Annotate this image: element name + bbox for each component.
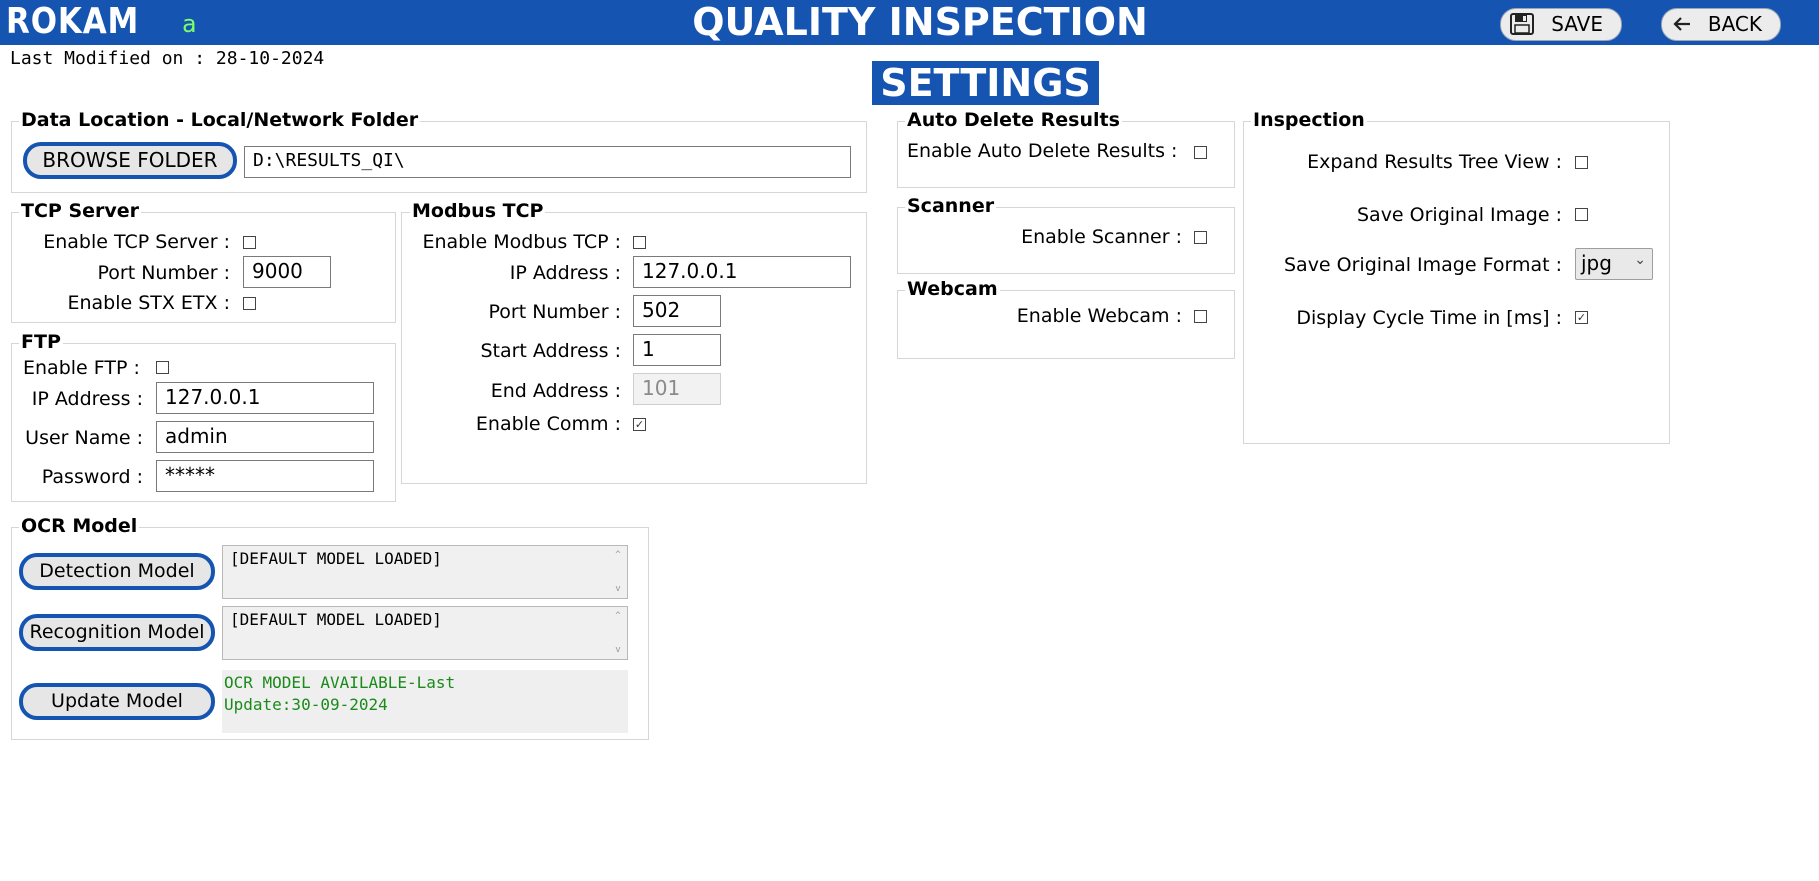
update-model-status: OCR MODEL AVAILABLE-Last Update:30-09-20… [222,670,628,733]
ftp-legend: FTP [19,331,63,353]
start-address-label: Start Address : [480,340,621,362]
enable-scanner-checkbox[interactable] [1194,231,1207,244]
enable-stx-etx-checkbox[interactable] [243,297,256,310]
update-model-button[interactable]: Update Model [19,683,215,720]
arrow-left-icon [1670,12,1694,41]
enable-webcam-checkbox[interactable] [1194,310,1207,323]
scrollbar[interactable]: ^ v [613,550,623,594]
enable-ftp-label: Enable FTP : [23,357,140,379]
back-button[interactable]: BACK [1661,8,1781,41]
enable-comm-checkbox[interactable]: ✓ [633,418,646,431]
inspection-legend: Inspection [1251,109,1367,131]
scrollbar[interactable]: ^ v [613,611,623,655]
ftp-ip-field[interactable]: 127.0.0.1 [156,382,374,414]
scanner-legend: Scanner [905,195,997,217]
webcam-legend: Webcam [905,278,1000,300]
app-logo: ROKAM [6,1,140,42]
save-original-image-checkbox[interactable] [1575,208,1588,221]
enable-tcp-server-checkbox[interactable] [243,236,256,249]
back-button-label: BACK [1707,12,1762,36]
cycle-time-label: Display Cycle Time in [ms] : [1296,307,1562,329]
save-button-label: SAVE [1551,12,1603,36]
folder-path-field[interactable]: D:\RESULTS_QI\ [244,146,851,178]
image-format-label: Save Original Image Format : [1283,254,1562,276]
ftp-ip-label: IP Address : [31,388,143,410]
modbus-ip-label: IP Address : [509,262,621,284]
image-format-select[interactable]: jpg ⌄ [1575,248,1653,280]
expand-results-label: Expand Results Tree View : [1307,151,1562,173]
enable-modbus-checkbox[interactable] [633,236,646,249]
app-title: QUALITY INSPECTION [692,0,1148,44]
enable-webcam-label: Enable Webcam : [1016,305,1182,327]
tcp-port-field[interactable]: 9000 [243,256,331,288]
auto-delete-legend: Auto Delete Results [905,109,1122,131]
recognition-model-button[interactable]: Recognition Model [19,614,215,651]
ftp-user-field[interactable]: admin [156,421,374,453]
end-address-label: End Address : [490,380,621,402]
ftp-user-label: User Name : [25,427,143,449]
chevron-down-icon: ⌄ [1634,252,1646,268]
enable-stx-etx-label: Enable STX ETX : [67,292,230,314]
page-title: SETTINGS [872,61,1099,105]
enable-auto-delete-checkbox[interactable] [1194,146,1207,159]
expand-results-checkbox[interactable] [1575,156,1588,169]
save-button[interactable]: SAVE [1500,8,1622,41]
modbus-port-field[interactable]: 502 [633,295,721,327]
last-modified-text: Last Modified on : 28-10-2024 [10,48,325,69]
recognition-model-status-text: [DEFAULT MODEL LOADED] [230,610,442,629]
floppy-disk-icon [1509,12,1535,41]
enable-comm-label: Enable Comm : [475,413,621,435]
end-address-field: 101 [633,373,721,405]
detection-model-status: [DEFAULT MODEL LOADED] ^ v [222,545,628,599]
start-address-field[interactable]: 1 [633,334,721,366]
enable-scanner-label: Enable Scanner : [1021,226,1182,248]
browse-folder-button[interactable]: BROWSE FOLDER [23,142,237,179]
data-location-legend: Data Location - Local/Network Folder [19,109,421,131]
tcp-port-label: Port Number : [97,262,230,284]
modbus-port-label: Port Number : [488,301,621,323]
enable-auto-delete-label: Enable Auto Delete Results : [907,140,1178,162]
image-format-value: jpg [1581,251,1612,275]
ftp-password-field[interactable]: ***** [156,460,374,492]
user-indicator: a [182,10,197,38]
update-status-line-2: Update:30-09-2024 [224,695,388,714]
detection-model-button[interactable]: Detection Model [19,553,215,590]
ftp-password-label: Password : [41,466,143,488]
modbus-legend: Modbus TCP [410,200,546,222]
ocr-model-legend: OCR Model [19,515,140,537]
detection-model-status-text: [DEFAULT MODEL LOADED] [230,549,442,568]
update-status-line-1: OCR MODEL AVAILABLE-Last [224,673,456,692]
enable-tcp-server-label: Enable TCP Server : [43,231,230,253]
enable-modbus-label: Enable Modbus TCP : [422,231,621,253]
enable-ftp-checkbox[interactable] [156,361,169,374]
cycle-time-checkbox[interactable]: ✓ [1575,311,1588,324]
recognition-model-status: [DEFAULT MODEL LOADED] ^ v [222,606,628,660]
save-original-image-label: Save Original Image : [1356,204,1562,226]
tcp-server-legend: TCP Server [19,200,142,222]
modbus-ip-field[interactable]: 127.0.0.1 [633,256,851,288]
